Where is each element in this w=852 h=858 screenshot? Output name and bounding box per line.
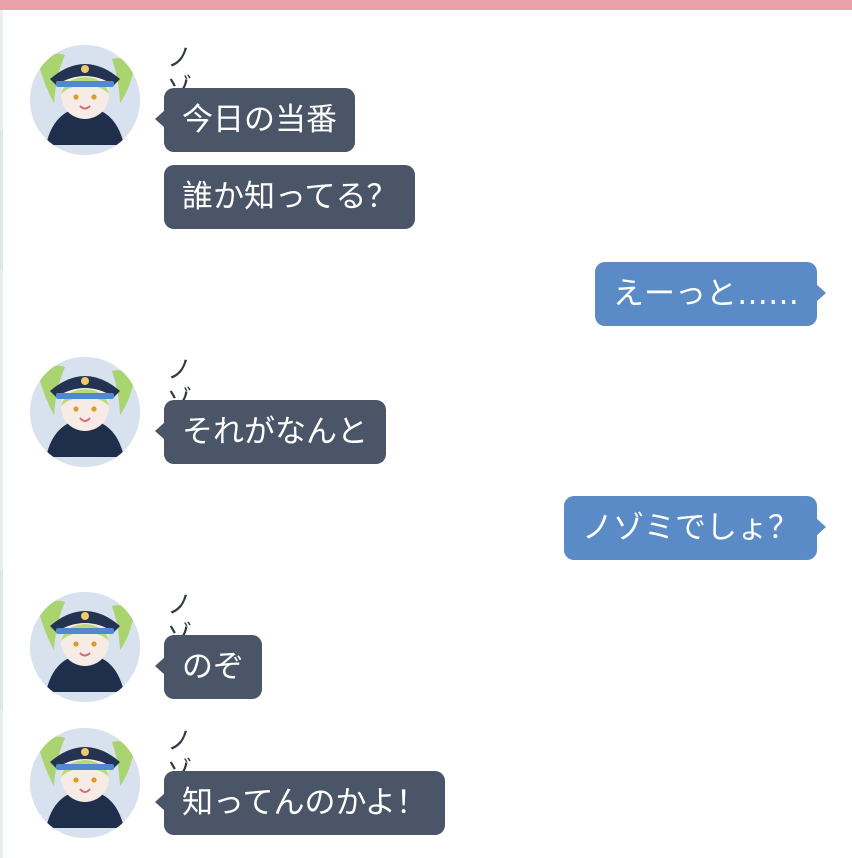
chat-log[interactable]: ノゾミ 今日の当番 誰か知ってる？ えーっと…… ノゾミ それがなんと (0, 10, 852, 858)
character-portrait-icon (30, 592, 140, 702)
character-portrait-icon (30, 45, 140, 155)
message-bubble[interactable]: それがなんと (155, 400, 386, 464)
avatar[interactable] (30, 728, 140, 838)
character-portrait-icon (30, 728, 140, 838)
avatar[interactable] (30, 592, 140, 702)
message-bubble[interactable]: 知ってんのかよ！ (155, 771, 445, 835)
message-bubble[interactable]: のぞ (155, 635, 262, 699)
top-accent-bar (0, 0, 852, 10)
character-portrait-icon (30, 357, 140, 467)
message-bubble-sent[interactable]: ノゾミでしょ？ (564, 496, 826, 560)
message-bubble-sent[interactable]: えーっと…… (595, 262, 826, 326)
message-bubble[interactable]: 誰か知ってる？ (164, 165, 416, 229)
avatar[interactable] (30, 357, 140, 467)
message-bubble[interactable]: 今日の当番 (155, 88, 355, 152)
avatar[interactable] (30, 45, 140, 155)
